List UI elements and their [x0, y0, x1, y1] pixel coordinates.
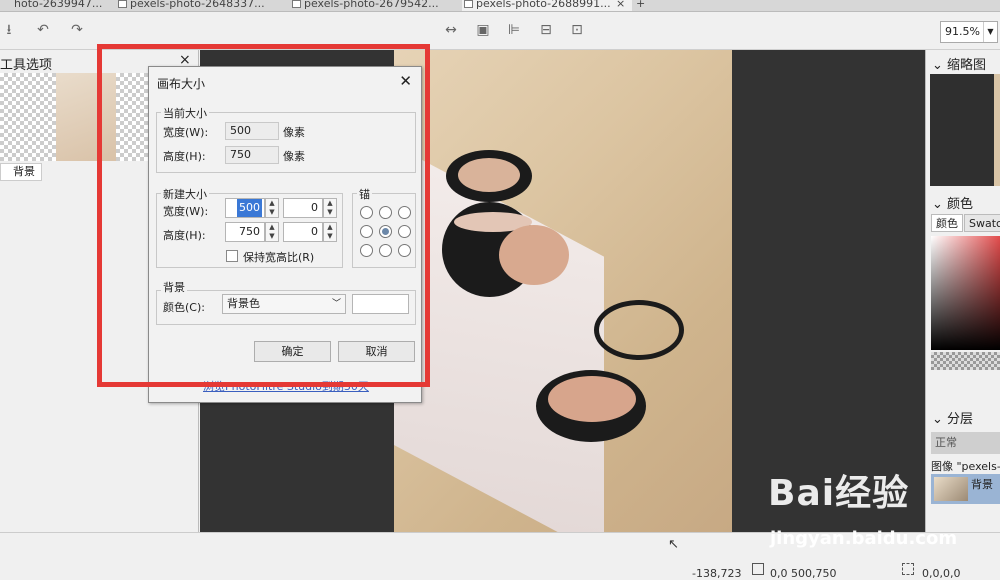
document-tab-bar: hoto-2639947... pexels-photo-2648337... … [0, 0, 1000, 12]
tab-label: pexels-photo-2688991... [476, 0, 611, 10]
layers-panel-header[interactable]: ⌄ 分层 [932, 408, 973, 427]
panel-title: 工具选项 [0, 58, 53, 73]
layer-tab[interactable]: 背景 [0, 163, 42, 181]
tab-color[interactable]: 颜色 [931, 214, 963, 232]
doc-tab-3[interactable]: pexels-photo-2679542... [290, 0, 439, 11]
tab-close-icon[interactable]: × [616, 0, 625, 11]
navigator-image [994, 74, 1000, 186]
transparent-thumbnail [0, 73, 56, 161]
flip-horizontal-icon[interactable]: ↔ [442, 21, 460, 39]
thumbnail-panel-header[interactable]: ⌄ 缩略图 [932, 54, 986, 73]
layer-thumbnail [934, 477, 968, 501]
color-panel-header[interactable]: ⌄ 颜色 [932, 193, 973, 212]
image-bounds: 0,0 500,750 [770, 567, 837, 580]
selection-icon [902, 563, 914, 575]
cursor-icon: ↖ [668, 537, 679, 552]
cursor-position: -138,723 [692, 567, 742, 580]
powder-puff [499, 225, 569, 285]
doc-tab-4[interactable]: pexels-photo-2688991... [462, 0, 632, 11]
compact-2-powder [548, 376, 636, 422]
tab-label: hoto-2639947... [14, 0, 103, 10]
tab-label: pexels-photo-2679542... [304, 0, 439, 10]
undo-icon[interactable]: ↶ [34, 21, 52, 39]
new-tab-icon[interactable]: + [636, 0, 645, 11]
layers-title: 分层 [947, 412, 974, 427]
image-icon [464, 0, 473, 8]
image-label: 图像 "pexels- [931, 460, 1000, 473]
crop-icon[interactable]: ▣ [474, 21, 492, 39]
baidu-watermark: Bai经验 [768, 473, 910, 514]
watermark-url: jingyan.baidu.com [770, 528, 958, 549]
color-picker[interactable] [931, 236, 1000, 350]
chevron-down-icon: ▼ [983, 22, 997, 42]
color-title: 颜色 [947, 197, 974, 212]
navigator-thumbnail[interactable] [930, 74, 1000, 186]
save-icon[interactable]: ⭳ [0, 21, 18, 39]
doc-tab-1[interactable]: hoto-2639947... [0, 0, 102, 11]
size-icon [752, 563, 764, 575]
redo-icon[interactable]: ↷ [68, 21, 86, 39]
tab-label: pexels-photo-2648337... [130, 0, 265, 10]
zoom-select[interactable]: 91.5% ▼ [940, 21, 998, 43]
zoom-value: 91.5% [945, 25, 980, 38]
highlight-annotation [97, 44, 430, 387]
compact-mirror [458, 158, 520, 192]
thumbnail-title: 缩略图 [947, 58, 987, 73]
image-icon [118, 0, 127, 8]
image-icon [292, 0, 301, 8]
align-left-icon[interactable]: ⊫ [505, 21, 523, 39]
doc-tab-2[interactable]: pexels-photo-2648337... [116, 0, 265, 11]
canvas-image[interactable] [394, 50, 732, 532]
compact-ring [594, 300, 684, 360]
selection-bounds: 0,0,0,0 [922, 567, 961, 580]
right-dock: ⌄ 缩略图 ⌄ 颜色 颜色 Swatc ⌄ 分层 正常 图像 "pexels- … [925, 50, 1000, 551]
tab-swatches[interactable]: Swatc [964, 214, 1000, 232]
distribute-icon[interactable]: ⊟ [537, 21, 555, 39]
blend-mode-select[interactable]: 正常 [931, 432, 1000, 454]
layer-name: 背景 [971, 478, 993, 491]
layer-row[interactable]: 背景 [931, 474, 1000, 504]
canvas-size-icon[interactable]: ⊡ [568, 21, 586, 39]
alpha-slider[interactable] [931, 352, 1000, 370]
